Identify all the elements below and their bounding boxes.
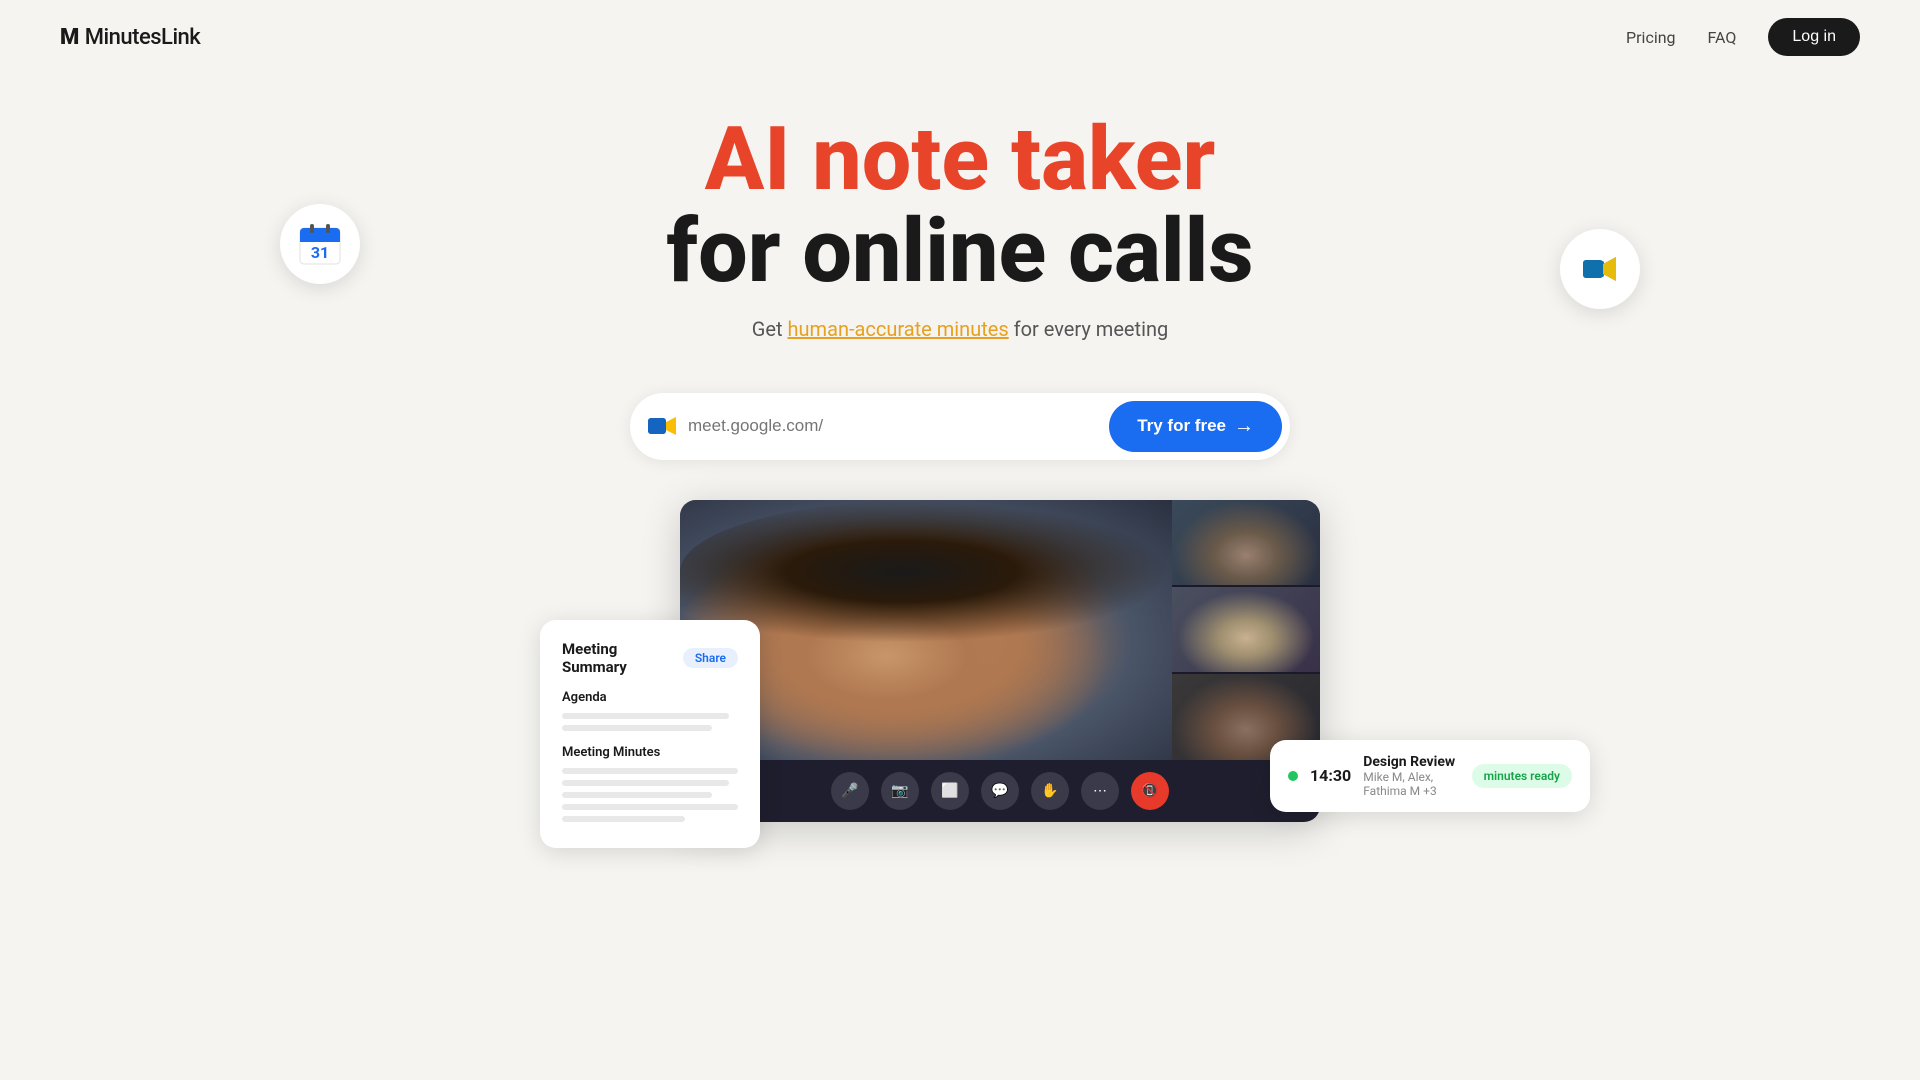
notif-time: 14:30 [1310,766,1351,785]
faq-link[interactable]: FAQ [1708,28,1737,47]
meet-icon-input [646,410,678,442]
agenda-line-1 [562,713,729,719]
hero-subtitle: Get human-accurate minutes for every mee… [20,317,1900,341]
login-button[interactable]: Log in [1768,18,1860,56]
minutes-line-2 [562,780,729,786]
minutes-line-5 [562,816,685,822]
subtitle-after: for every meeting [1009,317,1169,341]
url-input[interactable] [688,416,1109,436]
more-options-button[interactable]: ⋯ [1081,772,1119,810]
video-controls-bar: 🎤 📷 ⬜ 💬 ✋ ⋯ 📵 [680,760,1320,822]
input-section: Try for free → [0,393,1920,460]
logo-m-letter: M [60,25,79,50]
hero-title-line1: AI note taker [666,114,1253,206]
navbar: M MinutesLink Pricing FAQ Log in [0,0,1920,74]
google-meet-svg [1578,247,1622,291]
thumb-video-2 [1172,587,1320,672]
camera-button[interactable]: 📷 [881,772,919,810]
thumb-video-1 [1172,500,1320,585]
share-badge[interactable]: Share [683,648,738,668]
minutes-line-4 [562,804,738,810]
logo: M MinutesLink [60,25,200,50]
end-call-button[interactable]: 📵 [1131,772,1169,810]
mic-button[interactable]: 🎤 [831,772,869,810]
hero-title: AI note taker for online calls [666,114,1253,299]
agenda-label: Agenda [562,690,738,705]
nav-right: Pricing FAQ Log in [1626,18,1860,56]
notif-participants: Mike M, Alex, Fathima M +3 [1363,770,1459,798]
pricing-link[interactable]: Pricing [1626,28,1676,47]
summary-card-title: Meeting Summary [562,640,683,676]
url-input-wrapper: Try for free → [630,393,1290,460]
chat-button[interactable]: 💬 [981,772,1019,810]
minutes-section: Meeting Minutes [562,745,738,822]
logo-text: MinutesLink [85,25,200,50]
minutes-label: Meeting Minutes [562,745,738,760]
subtitle-highlight: human-accurate minutes [788,317,1009,341]
hero-title-line2: for online calls [666,206,1253,298]
minutes-ready-badge: minutes ready [1472,764,1572,788]
video-main-area [680,500,1320,760]
subtitle-before: Get [752,317,788,341]
demo-area: Meeting Summary Share Agenda Meeting Min… [560,500,1360,822]
meeting-summary-card: Meeting Summary Share Agenda Meeting Min… [540,620,760,848]
hand-raise-button[interactable]: ✋ [1031,772,1069,810]
minutes-line-3 [562,792,712,798]
notif-info: Design Review Mike M, Alex, Fathima M +3 [1363,754,1459,798]
try-for-free-button[interactable]: Try for free → [1109,401,1282,452]
summary-card-header: Meeting Summary Share [562,640,738,676]
minutes-line-1 [562,768,738,774]
screen-share-button[interactable]: ⬜ [931,772,969,810]
notification-card: 14:30 Design Review Mike M, Alex, Fathim… [1270,740,1590,812]
try-btn-label: Try for free [1137,416,1226,436]
arrow-icon: → [1234,415,1254,438]
hero-ai-text: AI note taker [705,108,1216,211]
notif-online-dot [1288,771,1298,781]
hero-section: AI note taker for online calls Get human… [0,74,1920,361]
video-call-mockup: 🎤 📷 ⬜ 💬 ✋ ⋯ 📵 [680,500,1320,822]
video-sidebar [1172,500,1320,760]
gmeet-icon-float [1560,229,1640,309]
agenda-line-2 [562,725,712,731]
notif-meeting-title: Design Review [1363,754,1459,770]
